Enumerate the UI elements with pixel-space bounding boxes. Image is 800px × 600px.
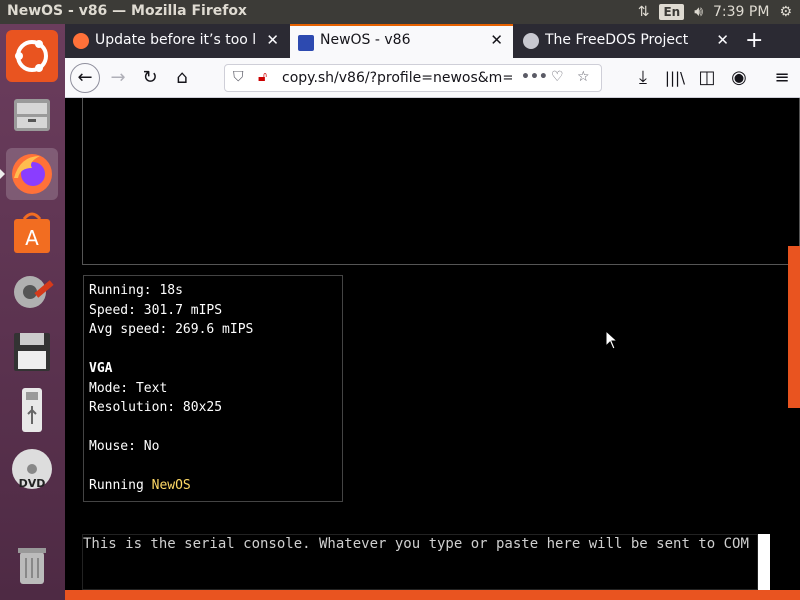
trash-icon[interactable] xyxy=(6,538,58,590)
mouse-status: Mouse: No xyxy=(89,439,160,454)
page-actions-icon[interactable]: ••• xyxy=(521,69,548,85)
tab-label: Update before it’s too late xyxy=(95,32,255,48)
tab-update[interactable]: Update before it’s too late ✕ xyxy=(65,24,289,58)
keyboard-layout-indicator[interactable]: En xyxy=(659,4,685,20)
os-name: NewOS xyxy=(151,478,191,493)
firefox-icon[interactable] xyxy=(6,148,58,200)
tab-strip: Update before it’s too late ✕ NewOS - v8… xyxy=(65,24,800,58)
settings-icon[interactable] xyxy=(6,266,58,318)
bookmark-star-icon[interactable]: ☆ xyxy=(577,69,590,85)
tab-label: The FreeDOS Project xyxy=(545,32,689,48)
avg-speed: Avg speed: 269.6 mIPS xyxy=(89,322,254,337)
firefox-favicon-icon xyxy=(73,33,89,49)
menu-icon[interactable]: ≡ xyxy=(769,65,795,91)
clock[interactable]: 7:39 PM xyxy=(713,4,769,20)
tab-freedos[interactable]: The FreeDOS Project ✕ xyxy=(515,24,739,58)
url-text[interactable]: copy.sh/v86/?profile=newos&m=8 xyxy=(282,70,512,86)
home-icon[interactable]: ⌂ xyxy=(169,65,195,91)
new-tab-icon[interactable]: + xyxy=(745,28,763,53)
insecure-lock-icon[interactable]: 🔓︎ xyxy=(258,69,267,85)
vga-resolution: Resolution: 80x25 xyxy=(89,400,223,415)
pocket-icon[interactable]: ♡ xyxy=(551,69,564,85)
close-icon[interactable]: ✕ xyxy=(266,31,279,49)
mouse-cursor-icon xyxy=(605,330,619,350)
volume-icon[interactable]: 🔊︎ xyxy=(694,4,703,20)
dvd-icon[interactable]: DVD xyxy=(6,443,58,495)
software-center-icon[interactable]: A xyxy=(6,207,58,259)
reload-icon[interactable]: ↻ xyxy=(137,65,163,91)
horizontal-scrollbar[interactable] xyxy=(65,590,800,600)
power-icon[interactable]: ⚙ xyxy=(779,4,792,20)
running-time: Running: 18s xyxy=(89,283,183,298)
freedos-favicon-icon xyxy=(523,33,539,49)
network-icon[interactable]: ⇅ xyxy=(638,4,650,20)
serial-console[interactable]: This is the serial console. Whatever you… xyxy=(82,534,758,590)
running-os: Running NewOS xyxy=(89,476,337,496)
vga-mode: Mode: Text xyxy=(89,380,168,396)
page-scrollbar[interactable] xyxy=(788,246,800,408)
vga-heading: VGA xyxy=(89,361,113,376)
shield-icon[interactable]: ⛉ xyxy=(233,69,244,85)
system-tray: ⇅ En 🔊︎ 7:39 PM ⚙ xyxy=(628,0,800,24)
disk-icon[interactable] xyxy=(6,325,58,377)
sidebar-icon[interactable]: ◫ xyxy=(694,65,720,91)
active-app-arrow xyxy=(0,169,5,179)
close-icon[interactable]: ✕ xyxy=(490,31,503,49)
window-title: NewOS - v86 — Mozilla Firefox xyxy=(7,3,247,19)
account-icon[interactable]: ◉ xyxy=(726,65,752,91)
back-icon[interactable]: ← xyxy=(70,63,100,93)
speed: Speed: 301.7 mIPS xyxy=(89,302,223,318)
close-icon[interactable]: ✕ xyxy=(716,31,729,49)
system-top-bar: NewOS - v86 — Mozilla Firefox ⇅ En 🔊︎ 7:… xyxy=(0,0,800,24)
downloads-icon[interactable]: ⤓ xyxy=(630,65,656,91)
forward-icon[interactable]: → xyxy=(105,65,131,91)
usb-icon[interactable] xyxy=(6,384,58,436)
library-icon[interactable]: |||\ xyxy=(662,65,688,91)
url-bar[interactable]: ⛉ 🔓︎ copy.sh/v86/?profile=newos&m=8 ••• … xyxy=(224,64,602,92)
ubuntu-dash-icon[interactable] xyxy=(6,30,58,82)
svg-text:DVD: DVD xyxy=(19,477,46,490)
emulator-info-panel: Running: 18s Speed: 301.7 mIPS Avg speed… xyxy=(83,275,343,502)
launcher: A DVD xyxy=(0,24,65,600)
emulator-screen[interactable] xyxy=(82,98,800,265)
running-prefix: Running xyxy=(89,478,152,493)
serial-console-scrollbar[interactable] xyxy=(758,534,770,592)
v86-favicon-icon xyxy=(298,35,314,51)
navigation-toolbar: ← → ↻ ⌂ ⛉ 🔓︎ copy.sh/v86/?profile=newos&… xyxy=(65,58,800,98)
files-icon[interactable] xyxy=(6,89,58,141)
page-content: Running: 18s Speed: 301.7 mIPS Avg speed… xyxy=(65,98,800,600)
tab-newos[interactable]: NewOS - v86 ✕ xyxy=(290,24,513,58)
tab-label: NewOS - v86 xyxy=(320,32,411,48)
svg-text:A: A xyxy=(25,226,39,250)
